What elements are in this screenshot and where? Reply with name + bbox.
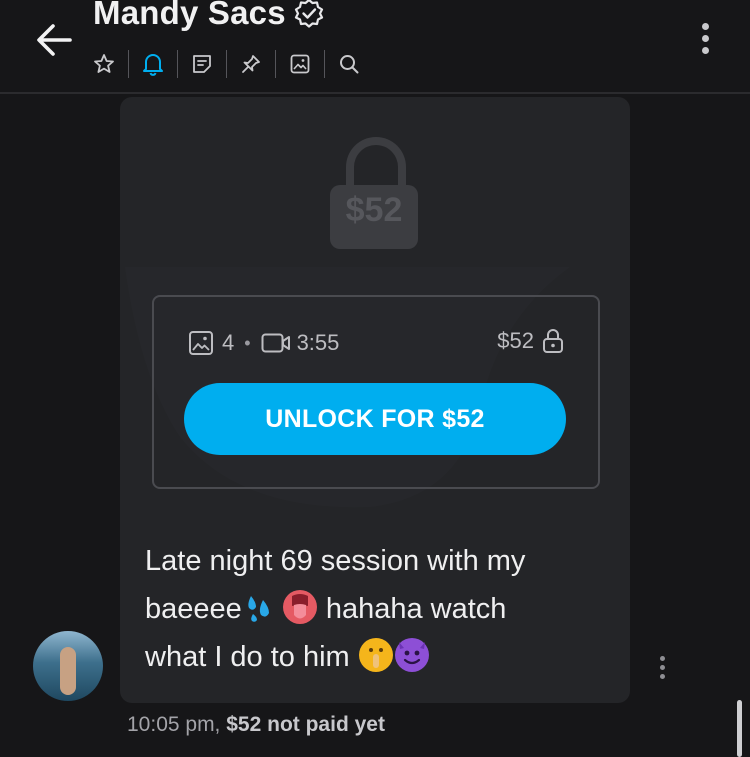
tongue-emoji	[282, 590, 317, 624]
scrollbar[interactable]	[737, 700, 742, 757]
chat-title[interactable]: Mandy Sacs	[93, 0, 286, 32]
message-line-1: Late night 69 session with my	[145, 545, 526, 577]
shushing-face-emoji	[358, 638, 393, 672]
avatar-figure	[60, 647, 76, 695]
avatar[interactable]	[33, 631, 103, 701]
dot	[659, 673, 665, 679]
image-icon	[189, 331, 213, 355]
chat-header: Mandy Sacs	[0, 0, 750, 94]
message-bubble: $52 4 • 3:55 $52 UNLOCK FOR $52 Late nig…	[120, 97, 630, 703]
message-options-button[interactable]	[652, 652, 672, 682]
payment-status: $52 not paid yet	[226, 713, 385, 736]
media-price: $52	[497, 328, 564, 354]
video-icon	[261, 333, 290, 353]
media-info: 4 • 3:55	[188, 330, 339, 356]
lock-icon: $52	[330, 135, 420, 253]
message-meta: 10:05 pm, $52 not paid yet	[127, 713, 385, 737]
verified-badge-icon	[294, 0, 324, 28]
paid-media-card: 4 • 3:55 $52 UNLOCK FOR $52	[152, 295, 600, 489]
dot	[659, 664, 665, 670]
sweat-droplets-emoji	[243, 590, 281, 624]
dot	[701, 46, 709, 54]
photo-count-value: 4	[222, 330, 235, 355]
locked-price: $52	[345, 191, 403, 229]
message-line-3: what I do to him	[145, 641, 358, 673]
separator-dot: •	[244, 332, 251, 353]
unlock-button[interactable]: UNLOCK FOR $52	[184, 383, 566, 455]
smiling-devil-emoji	[394, 638, 429, 672]
dot	[701, 22, 709, 30]
video-duration-value: 3:55	[296, 330, 340, 355]
more-options-button[interactable]	[690, 18, 720, 58]
photo-count: 4	[188, 330, 234, 356]
message-line-2a: baeeee	[145, 593, 242, 625]
arrow-left-icon	[37, 24, 72, 56]
note-icon[interactable]	[188, 50, 216, 78]
dot	[659, 655, 665, 661]
toolbar-divider	[226, 50, 227, 78]
search-icon[interactable]	[335, 50, 363, 78]
toolbar-divider	[275, 50, 276, 78]
image-icon[interactable]	[286, 50, 314, 78]
toolbar-divider	[177, 50, 178, 78]
message-time: 10:05 pm,	[127, 713, 221, 736]
toolbar-divider	[324, 50, 325, 78]
chat-toolbar	[90, 48, 363, 80]
title-row: Mandy Sacs	[93, 0, 324, 32]
media-price-value: $52	[497, 328, 534, 353]
message-text: Late night 69 session with my baeeee hah…	[145, 537, 615, 681]
lock-icon	[543, 329, 563, 353]
back-button[interactable]	[30, 18, 78, 62]
dot	[701, 34, 709, 42]
message-line-2b: hahaha watch	[317, 593, 507, 625]
bell-icon[interactable]	[139, 50, 167, 78]
star-icon[interactable]	[90, 50, 118, 78]
pin-icon[interactable]	[237, 50, 265, 78]
toolbar-divider	[128, 50, 129, 78]
video-duration: 3:55	[261, 330, 340, 356]
